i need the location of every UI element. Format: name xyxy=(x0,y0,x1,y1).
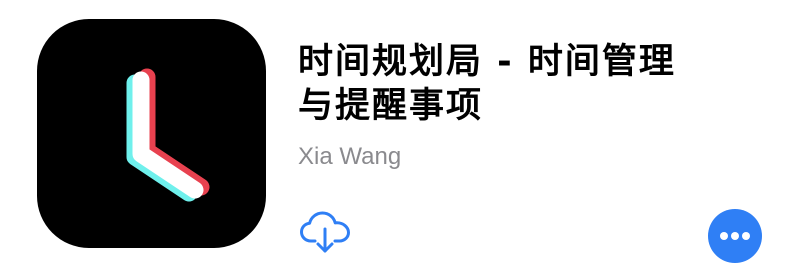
download-button[interactable] xyxy=(298,210,352,254)
more-ellipsis-icon xyxy=(720,232,750,240)
app-title-line-1: 时间规划局 - 时间管理 xyxy=(298,42,676,82)
developer-name[interactable]: Xia Wang xyxy=(298,142,401,172)
app-title-line-2: 与提醒事项 xyxy=(298,86,484,126)
more-button[interactable] xyxy=(708,209,762,263)
app-title: 时间规划局 - 时间管理 与提醒事项 xyxy=(298,40,738,128)
app-icon xyxy=(37,19,266,248)
clock-hands-icon xyxy=(126,68,210,202)
cloud-download-icon xyxy=(300,211,350,253)
